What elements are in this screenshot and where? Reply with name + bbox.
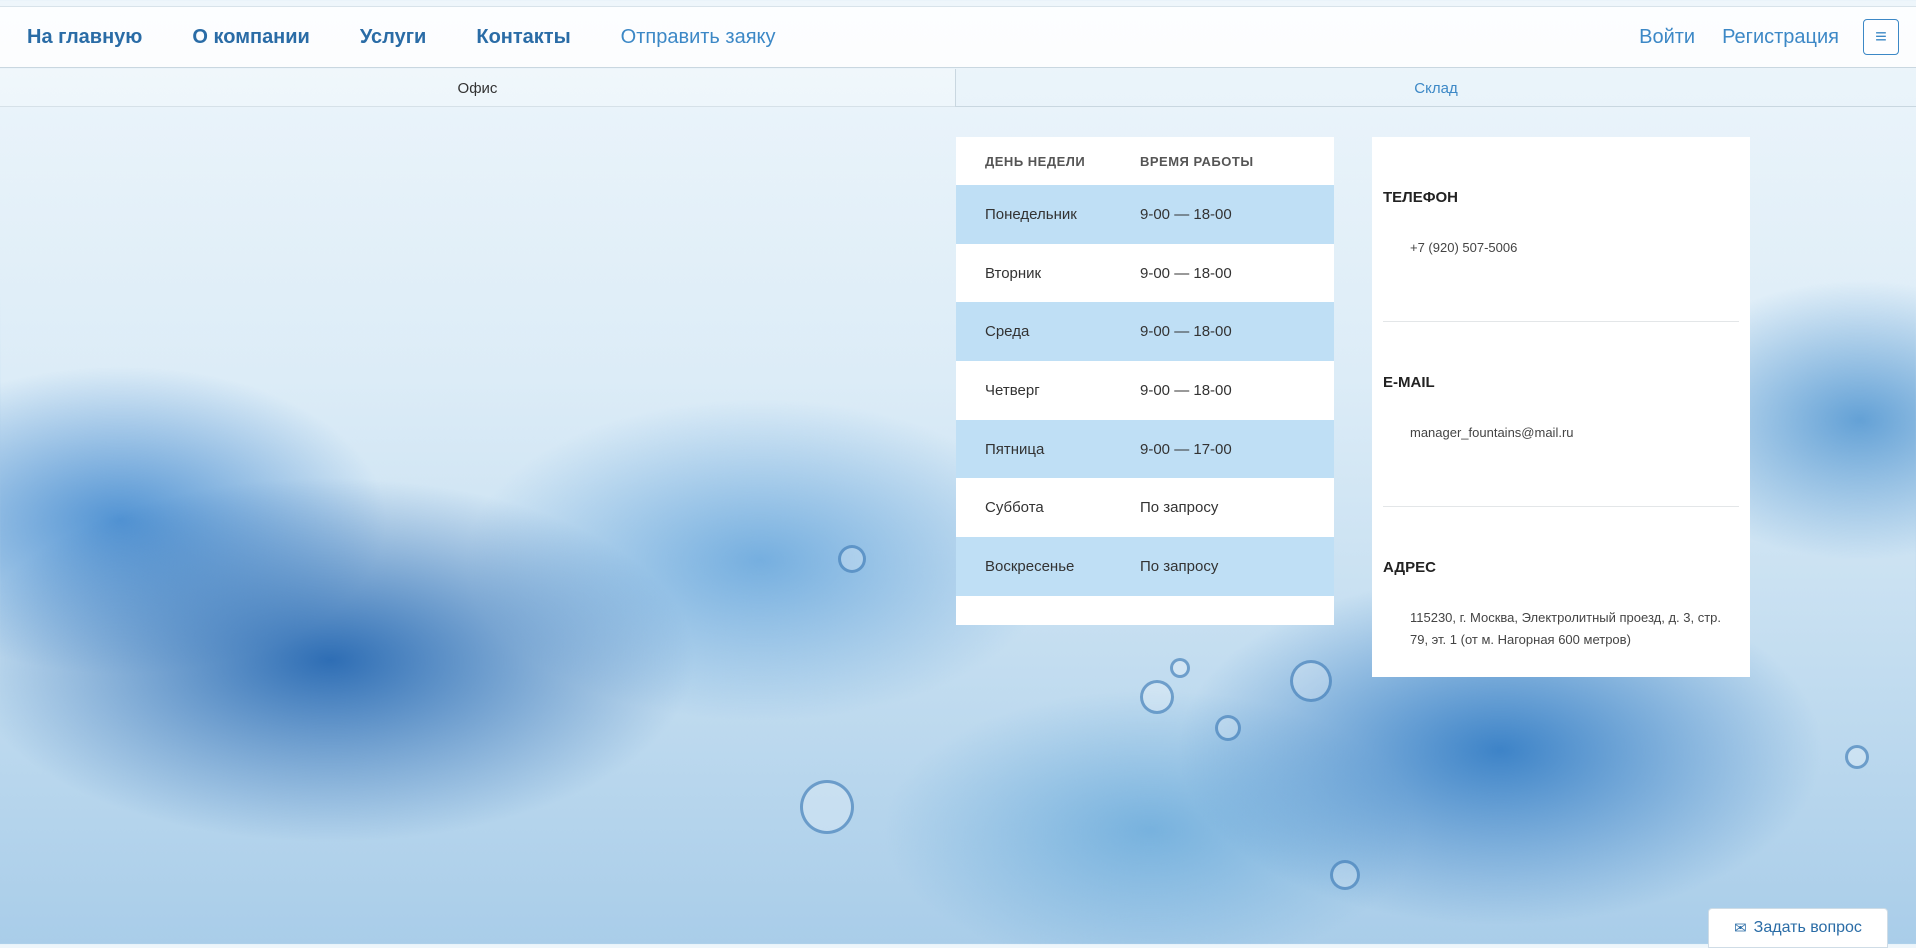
hours-cell: 9-00 — 17-00 (1140, 440, 1232, 458)
address-value: 115230, г. Москва, Электролитный проезд,… (1410, 610, 1721, 647)
hours-cell: По запросу (1140, 499, 1219, 517)
address-title: АДРЕС (1383, 559, 1436, 576)
email-section: E-MAIL manager_fountains@mail.ru (1383, 322, 1739, 507)
hours-cell: 9-00 — 18-00 (1140, 381, 1232, 399)
day-cell: Понедельник (985, 205, 1077, 223)
email-title: E-MAIL (1383, 374, 1435, 391)
auth-menu: Войти Регистрация ≡ (1612, 19, 1916, 55)
day-cell: Среда (985, 323, 1030, 341)
hours-cell: 9-00 — 18-00 (1140, 205, 1232, 223)
schedule-table: ДЕНЬ НЕДЕЛИ ВРЕМЯ РАБОТЫ Понедельник 9-0… (956, 137, 1334, 625)
email-value[interactable]: manager_fountains@mail.ru (1410, 422, 1739, 444)
table-row: Вторник 9-00 — 18-00 (956, 244, 1334, 303)
location-tabs: Офис Склад (0, 69, 1916, 107)
nav-home[interactable]: На главную (27, 26, 142, 49)
top-navbar: На главную О компании Услуги Контакты От… (0, 6, 1916, 68)
ask-question-label: Задать вопрос (1753, 919, 1862, 936)
envelope-icon: ✉ (1734, 920, 1747, 937)
nav-about[interactable]: О компании (192, 26, 309, 49)
hours-cell: 9-00 — 18-00 (1140, 264, 1232, 282)
table-row: Суббота По запросу (956, 478, 1334, 537)
header-day: ДЕНЬ НЕДЕЛИ (985, 153, 1086, 169)
hamburger-icon: ≡ (1875, 25, 1887, 48)
register-link[interactable]: Регистрация (1722, 26, 1839, 49)
day-cell: Пятница (985, 440, 1045, 458)
day-cell: Воскресенье (985, 557, 1075, 575)
tab-office[interactable]: Офис (0, 69, 956, 107)
phone-section: ТЕЛЕФОН +7 (920) 507-5006 (1383, 137, 1739, 322)
table-header: ДЕНЬ НЕДЕЛИ ВРЕМЯ РАБОТЫ (956, 137, 1334, 185)
table-row: Пятница 9-00 — 17-00 (956, 419, 1334, 479)
contacts-card: ТЕЛЕФОН +7 (920) 507-5006 E-MAIL manager… (1372, 137, 1750, 677)
table-row: Среда 9-00 — 18-00 (956, 302, 1334, 362)
hours-cell: 9-00 — 18-00 (1140, 323, 1232, 341)
menu-toggle-button[interactable]: ≡ (1863, 19, 1899, 55)
day-cell: Четверг (985, 381, 1040, 399)
table-row: Понедельник 9-00 — 18-00 (956, 185, 1334, 244)
phone-value[interactable]: +7 (920) 507-5006 (1410, 237, 1739, 259)
header-hours: ВРЕМЯ РАБОТЫ (1140, 153, 1254, 169)
nav-send-request[interactable]: Отправить заяку (621, 26, 776, 49)
nav-contacts[interactable]: Контакты (476, 26, 570, 49)
table-row: Четверг 9-00 — 18-00 (956, 361, 1334, 420)
login-link[interactable]: Войти (1639, 26, 1695, 49)
ask-question-button[interactable]: ✉ Задать вопрос (1708, 908, 1888, 948)
hours-cell: По запросу (1140, 557, 1219, 575)
day-cell: Вторник (985, 264, 1042, 282)
phone-title: ТЕЛЕФОН (1383, 189, 1458, 206)
table-row: Воскресенье По запросу (956, 537, 1334, 596)
day-cell: Суббота (985, 499, 1044, 517)
main-menu: На главную О компании Услуги Контакты От… (0, 26, 826, 49)
address-section: АДРЕС 115230, г. Москва, Электролитный п… (1383, 507, 1739, 692)
nav-services[interactable]: Услуги (360, 26, 427, 49)
tab-warehouse[interactable]: Склад (956, 69, 1916, 107)
